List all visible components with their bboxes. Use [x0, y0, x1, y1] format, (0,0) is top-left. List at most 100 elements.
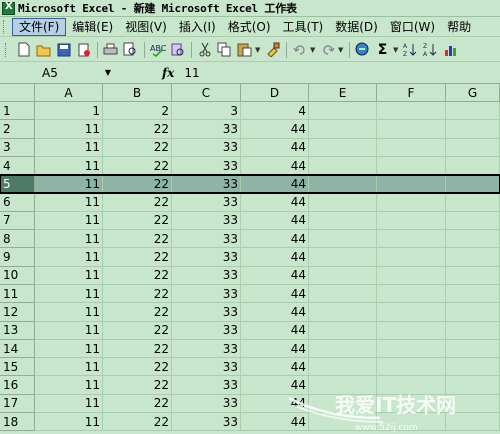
- cell-A14[interactable]: 11: [35, 339, 103, 359]
- cell-G13[interactable]: [446, 321, 500, 340]
- cell-E8[interactable]: [309, 230, 377, 249]
- cell-E13[interactable]: [309, 321, 377, 340]
- cell-A18[interactable]: 11: [35, 413, 103, 432]
- menu-tools[interactable]: 工具(T): [277, 18, 330, 36]
- cell-A6[interactable]: 11: [35, 193, 103, 212]
- cell-G7[interactable]: [446, 211, 500, 231]
- row-header[interactable]: 2: [0, 120, 35, 139]
- cell-F8[interactable]: [377, 230, 446, 249]
- cell-A13[interactable]: 11: [35, 321, 103, 340]
- row-header[interactable]: 5: [0, 175, 35, 194]
- column-header[interactable]: B: [103, 84, 172, 102]
- cell-G4[interactable]: [446, 156, 500, 176]
- new-icon[interactable]: [14, 40, 33, 59]
- cell-B9[interactable]: 22: [103, 248, 172, 267]
- cell-F3[interactable]: [377, 138, 446, 157]
- cell-A15[interactable]: 11: [35, 358, 103, 377]
- row-header[interactable]: 1: [0, 102, 35, 121]
- sort-ascending-icon[interactable]: AZ: [401, 40, 420, 59]
- menu-grip[interactable]: [3, 19, 7, 34]
- cell-A7[interactable]: 11: [35, 211, 103, 231]
- cell-E1[interactable]: [309, 102, 377, 121]
- research-icon[interactable]: [168, 40, 187, 59]
- cell-B13[interactable]: 22: [103, 321, 172, 340]
- cell-A5[interactable]: 11: [35, 175, 103, 194]
- redo-icon[interactable]: [318, 40, 337, 59]
- cell-C10[interactable]: 33: [172, 266, 241, 285]
- cell-D13[interactable]: 44: [241, 321, 309, 340]
- cell-A11[interactable]: 11: [35, 284, 103, 304]
- cell-D2[interactable]: 44: [241, 120, 309, 139]
- paste-dropdown-arrow[interactable]: ▼: [255, 46, 261, 54]
- cell-F6[interactable]: [377, 193, 446, 212]
- row-header[interactable]: 18: [0, 413, 35, 432]
- cell-C14[interactable]: 33: [172, 339, 241, 359]
- cell-D4[interactable]: 44: [241, 156, 309, 176]
- menu-window[interactable]: 窗口(W): [384, 18, 441, 36]
- cell-E3[interactable]: [309, 138, 377, 157]
- name-box-dropdown-arrow[interactable]: ▼: [102, 68, 114, 77]
- cell-E12[interactable]: [309, 303, 377, 322]
- row-header[interactable]: 15: [0, 358, 35, 377]
- cell-C9[interactable]: 33: [172, 248, 241, 267]
- paste-icon[interactable]: [235, 40, 254, 59]
- save-icon[interactable]: [54, 40, 73, 59]
- cell-C3[interactable]: 33: [172, 138, 241, 157]
- cell-A9[interactable]: 11: [35, 248, 103, 267]
- column-header[interactable]: G: [446, 84, 500, 102]
- row-header[interactable]: 13: [0, 321, 35, 340]
- select-all-corner[interactable]: [0, 84, 35, 102]
- cell-D8[interactable]: 44: [241, 230, 309, 249]
- excel-app-icon[interactable]: [2, 1, 15, 15]
- cell-G12[interactable]: [446, 303, 500, 322]
- menu-edit[interactable]: 编辑(E): [66, 18, 119, 36]
- cell-F11[interactable]: [377, 284, 446, 304]
- cell-E9[interactable]: [309, 248, 377, 267]
- cell-C8[interactable]: 33: [172, 230, 241, 249]
- column-header[interactable]: A: [35, 84, 103, 102]
- chart-wizard-icon[interactable]: [441, 40, 460, 59]
- cell-F14[interactable]: [377, 339, 446, 359]
- menu-help[interactable]: 帮助: [441, 18, 477, 36]
- menu-view[interactable]: 视图(V): [119, 18, 173, 36]
- cell-C2[interactable]: 33: [172, 120, 241, 139]
- row-header[interactable]: 4: [0, 156, 35, 176]
- hyperlink-icon[interactable]: [353, 40, 372, 59]
- menu-file[interactable]: 文件(F): [12, 17, 67, 36]
- cell-B10[interactable]: 22: [103, 266, 172, 285]
- cell-E5[interactable]: [309, 175, 377, 194]
- autosum-dropdown-arrow[interactable]: ▼: [393, 46, 399, 54]
- row-header[interactable]: 10: [0, 266, 35, 285]
- cell-D14[interactable]: 44: [241, 339, 309, 359]
- cell-B11[interactable]: 22: [103, 284, 172, 304]
- cell-B6[interactable]: 22: [103, 193, 172, 212]
- menu-insert[interactable]: 插入(I): [173, 18, 222, 36]
- cell-F9[interactable]: [377, 248, 446, 267]
- row-header[interactable]: 16: [0, 376, 35, 395]
- undo-dropdown-arrow[interactable]: ▼: [310, 46, 316, 54]
- cell-C16[interactable]: 33: [172, 376, 241, 395]
- cell-G8[interactable]: [446, 230, 500, 249]
- cell-C18[interactable]: 33: [172, 413, 241, 432]
- cell-G1[interactable]: [446, 102, 500, 121]
- cell-E11[interactable]: [309, 284, 377, 304]
- cell-D9[interactable]: 44: [241, 248, 309, 267]
- cell-B7[interactable]: 22: [103, 211, 172, 231]
- cell-E14[interactable]: [309, 339, 377, 359]
- cell-D10[interactable]: 44: [241, 266, 309, 285]
- cell-A10[interactable]: 11: [35, 266, 103, 285]
- row-header[interactable]: 11: [0, 284, 35, 304]
- cell-D11[interactable]: 44: [241, 284, 309, 304]
- cell-D12[interactable]: 44: [241, 303, 309, 322]
- row-header[interactable]: 6: [0, 193, 35, 212]
- sort-descending-icon[interactable]: ZA: [421, 40, 440, 59]
- cell-C15[interactable]: 33: [172, 358, 241, 377]
- menu-data[interactable]: 数据(D): [329, 18, 384, 36]
- cut-icon[interactable]: [195, 40, 214, 59]
- column-header[interactable]: E: [309, 84, 377, 102]
- undo-icon[interactable]: [290, 40, 309, 59]
- name-box[interactable]: A5: [2, 64, 102, 82]
- spelling-icon[interactable]: ABC: [148, 40, 167, 59]
- cell-A16[interactable]: 11: [35, 376, 103, 395]
- cell-D15[interactable]: 44: [241, 358, 309, 377]
